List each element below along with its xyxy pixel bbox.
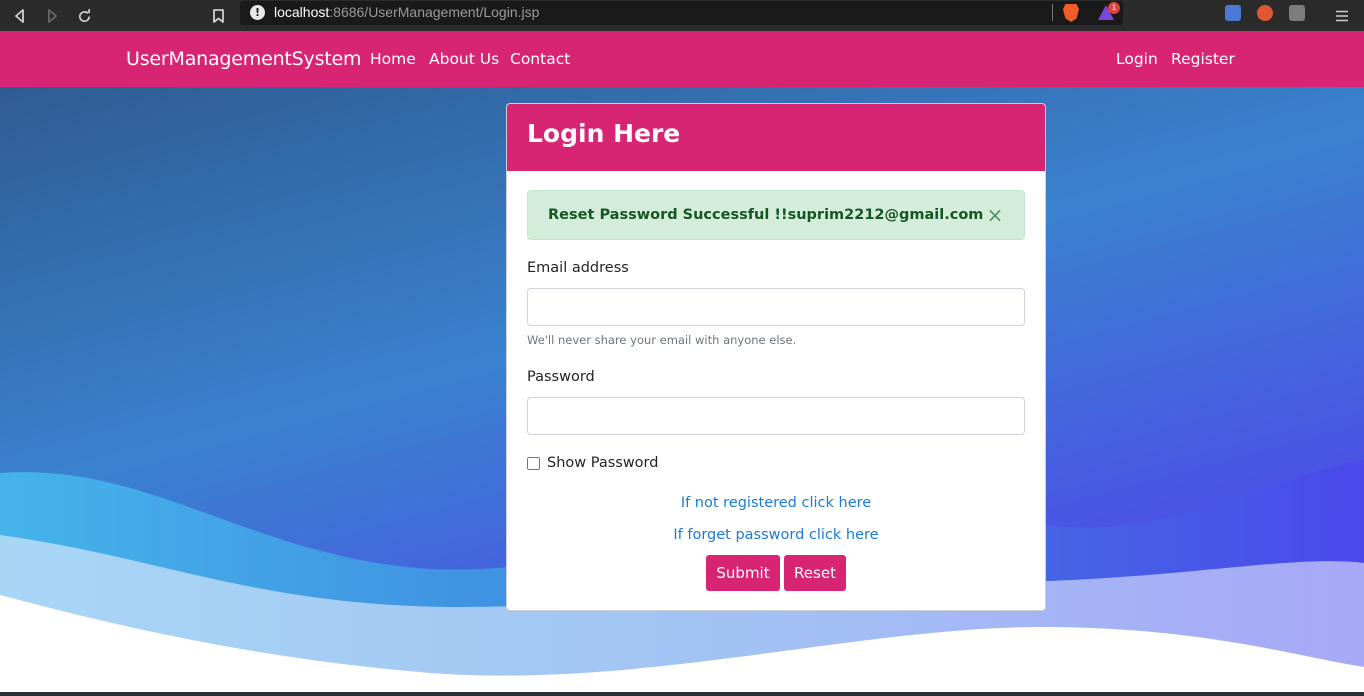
nav-link-home[interactable]: Home <box>370 50 416 68</box>
address-bar[interactable]: ! localhost:8686/UserManagement/Login.js… <box>240 1 1123 25</box>
show-password-checkbox[interactable] <box>527 456 540 470</box>
email-help-text: We'll never share your email with anyone… <box>527 333 797 347</box>
url-divider <box>1052 4 1053 21</box>
nav-link-login[interactable]: Login <box>1116 50 1158 68</box>
rewards-badge: 1 <box>1108 2 1120 14</box>
nav-link-about-us[interactable]: About Us <box>429 50 499 68</box>
email-field[interactable] <box>527 288 1025 326</box>
submit-button[interactable]: Submit <box>706 555 780 591</box>
back-icon[interactable] <box>8 4 32 28</box>
password-label: Password <box>527 369 595 385</box>
login-card: Login Here Reset Password Successful !!s… <box>506 103 1046 611</box>
browser-toolbar: ! localhost:8686/UserManagement/Login.js… <box>0 0 1364 31</box>
forward-icon[interactable] <box>40 4 64 28</box>
translate-extension-icon[interactable] <box>1225 5 1241 21</box>
show-password-toggle[interactable]: Show Password <box>527 455 658 471</box>
show-password-label: Show Password <box>547 455 659 471</box>
menu-icon[interactable] <box>1330 4 1354 28</box>
url-path: :8686/UserManagement/Login.jsp <box>329 4 540 20</box>
brand-link[interactable]: UserManagementSystem <box>126 48 362 70</box>
card-title: Login Here <box>527 119 681 148</box>
extensions-icon[interactable] <box>1289 5 1305 21</box>
forgot-password-link[interactable]: If forget password click here <box>507 527 1045 543</box>
register-link[interactable]: If not registered click here <box>507 495 1045 511</box>
site-info-icon[interactable]: ! <box>250 5 265 20</box>
url-text: localhost:8686/UserManagement/Login.jsp <box>274 4 539 20</box>
nav-link-contact[interactable]: Contact <box>510 50 570 68</box>
card-header: Login Here <box>507 104 1045 171</box>
reset-button[interactable]: Reset <box>784 555 846 591</box>
duckduckgo-extension-icon[interactable] <box>1257 5 1273 21</box>
nav-link-register[interactable]: Register <box>1171 50 1235 68</box>
taskbar-strip <box>0 692 1364 696</box>
bookmark-icon[interactable] <box>206 4 230 28</box>
close-icon[interactable]: × <box>986 205 1004 225</box>
url-host: localhost <box>274 4 330 20</box>
reload-icon[interactable] <box>72 4 96 28</box>
brave-shields-icon[interactable] <box>1063 4 1079 22</box>
navbar: UserManagementSystem Home About Us Conta… <box>0 31 1364 87</box>
email-label: Email address <box>527 260 629 276</box>
password-field[interactable] <box>527 397 1025 435</box>
alert-message: Reset Password Successful !!suprim2212@g… <box>548 207 984 223</box>
success-alert: Reset Password Successful !!suprim2212@g… <box>527 190 1025 240</box>
